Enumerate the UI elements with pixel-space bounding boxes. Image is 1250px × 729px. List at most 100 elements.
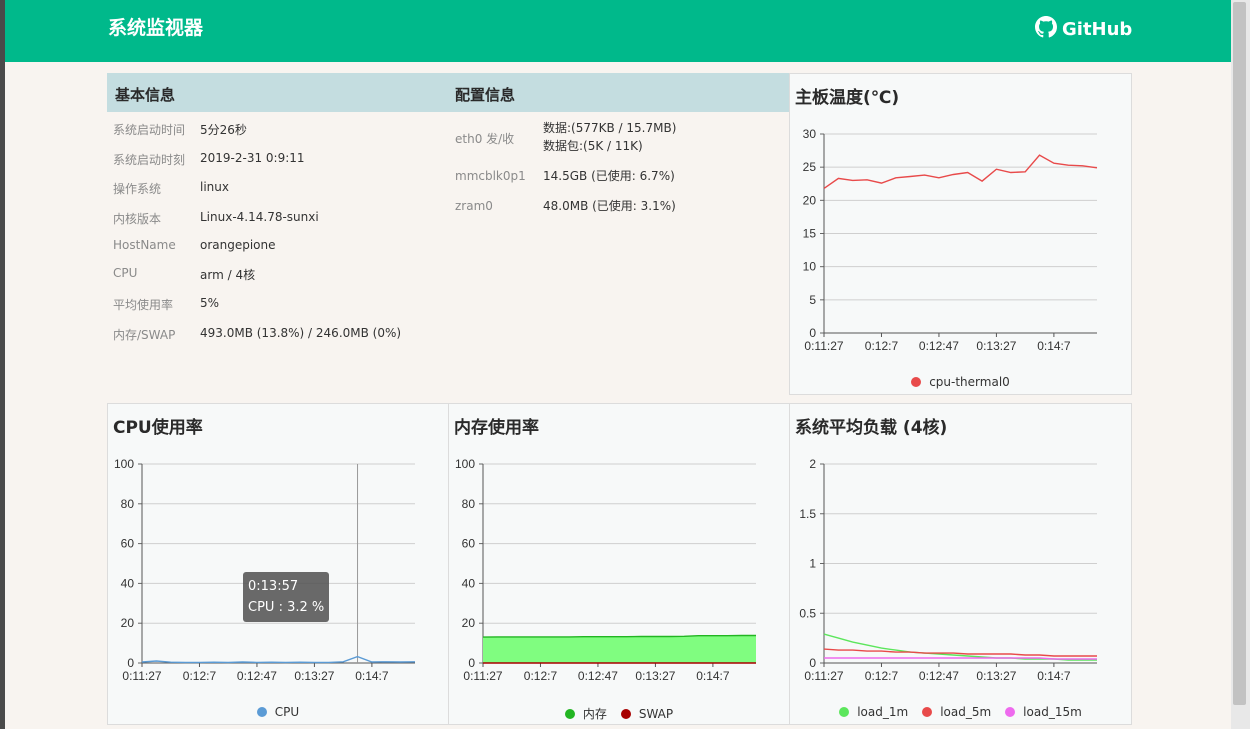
y-tick-label: 80 bbox=[462, 497, 476, 511]
x-tick-label: 0:12:47 bbox=[919, 669, 959, 683]
legend-dot bbox=[922, 707, 933, 717]
legend-label: SWAP bbox=[638, 706, 674, 721]
y-tick-label: 40 bbox=[462, 576, 476, 590]
legend-item-load-1m[interactable]: load_1m bbox=[839, 705, 908, 719]
legend-item-load-15m[interactable]: load_15m bbox=[1005, 705, 1082, 719]
x-tick-label: 0:14:7 bbox=[1037, 669, 1071, 683]
y-tick-label: 0 bbox=[809, 656, 816, 670]
config-label: eth0 发/收 bbox=[455, 132, 515, 146]
legend-item-memory[interactable]: 内存 bbox=[564, 705, 607, 722]
load-average-chart-card: 系统平均负载 (4核) 0 0.5 1 1.5 2 0:11:27 0:12:7 0:12:4… bbox=[789, 403, 1132, 725]
x-tick-label: 0:12:47 bbox=[578, 669, 618, 683]
legend-label: CPU bbox=[274, 705, 300, 719]
github-label: GitHub bbox=[1062, 19, 1133, 40]
info-label: 平均使用率 bbox=[113, 298, 174, 312]
cpu-chart: 0 20 40 60 80 100 0:11:27 0:12:7 0:12:47 0:13:27 0… bbox=[114, 457, 416, 683]
y-tick-label: 0 bbox=[809, 326, 816, 340]
y-tick-label: 0 bbox=[127, 656, 134, 670]
legend-item-cpu-thermal0[interactable]: cpu-thermal0 bbox=[911, 375, 1010, 389]
x-tick-label: 0:14:7 bbox=[1037, 339, 1071, 353]
x-tick-label: 0:14:7 bbox=[355, 669, 389, 683]
x-tick-label: 0:11:27 bbox=[804, 669, 843, 683]
info-value: orangepione bbox=[200, 238, 276, 252]
x-tick-label: 0:12:7 bbox=[865, 339, 899, 353]
series-line-cpu-thermal0 bbox=[823, 154, 1098, 189]
y-tick-label: 60 bbox=[121, 537, 135, 551]
legend-label: 内存 bbox=[582, 707, 607, 721]
x-tick-label: 0:13:27 bbox=[976, 669, 1016, 683]
legend-label: cpu-thermal0 bbox=[929, 375, 1010, 389]
y-tick-label: 1 bbox=[809, 557, 816, 571]
legend-item-cpu[interactable]: CPU bbox=[256, 705, 300, 719]
y-tick-label: 0 bbox=[468, 656, 475, 670]
chart-legend: CPU bbox=[108, 705, 448, 719]
x-tick-label: 0:12:7 bbox=[865, 669, 899, 683]
scrollbar-thumb[interactable] bbox=[1233, 2, 1246, 705]
legend-dot bbox=[256, 707, 267, 717]
y-tick-label: 100 bbox=[114, 457, 134, 471]
y-tick-label: 20 bbox=[121, 616, 135, 630]
temperature-chart: 0 5 10 15 20 25 30 0:11:27 0:12:7 0:12:47 0:13:27 0… bbox=[803, 127, 1098, 353]
top-bar: 系统监视器 GitHub bbox=[5, 0, 1231, 62]
y-tick-label: 20 bbox=[462, 616, 476, 630]
temperature-chart-card: 主板温度(℃) 0 5 10 15 20 25 30 0:11:27 0:12:7 0:12:47… bbox=[789, 73, 1132, 395]
info-label: CPU bbox=[113, 266, 138, 280]
chart-legend: cpu-thermal0 bbox=[790, 375, 1131, 389]
x-tick-label: 0:11:27 bbox=[463, 669, 502, 683]
config-value-line: 数据包:(5K / 11K) bbox=[543, 139, 643, 153]
x-tick-label: 0:12:47 bbox=[919, 339, 959, 353]
config-value-line: 数据:(577KB / 15.7MB) bbox=[543, 121, 677, 135]
config-value: 14.5GB (已使用: 6.7%) bbox=[543, 169, 675, 183]
y-tick-label: 60 bbox=[462, 537, 476, 551]
x-tick-label: 0:12:7 bbox=[183, 669, 217, 683]
tooltip-value: CPU : 3.2 % bbox=[248, 600, 325, 615]
series-area-内存 bbox=[483, 635, 756, 663]
page-frame: 系统监视器 GitHub 基本信息 配置信息 系统启动时间 5分26秒 系统启动… bbox=[5, 0, 1231, 729]
y-tick-label: 20 bbox=[803, 193, 817, 207]
legend-dot bbox=[1005, 707, 1016, 717]
y-tick-label: 5 bbox=[809, 293, 816, 307]
x-tick-label: 0:13:27 bbox=[976, 339, 1016, 353]
config-row-eth0: eth0 发/收 数据:(577KB / 15.7MB) 数据包:(5K / 1… bbox=[107, 121, 789, 161]
series-line-load_15m bbox=[824, 657, 1097, 660]
legend-label: load_15m bbox=[1023, 705, 1082, 719]
x-tick-label: 0:11:27 bbox=[122, 669, 161, 683]
x-tick-label: 0:13:27 bbox=[294, 669, 334, 683]
legend-item-load-5m[interactable]: load_5m bbox=[922, 705, 991, 719]
memory-chart-card: 内存使用率 0 20 40 60 80 100 0:11:27 0:12:7 0:12:47 0:… bbox=[448, 403, 790, 725]
y-tick-label: 100 bbox=[455, 457, 475, 471]
y-tick-label: 15 bbox=[803, 227, 817, 241]
x-tick-label: 0:12:47 bbox=[237, 669, 277, 683]
cpu-chart-card: CPU使用率 0 20 40 60 80 100 0:11:27 0:12:7 0:12:47 0… bbox=[107, 403, 449, 725]
legend-dot bbox=[911, 377, 922, 387]
config-label: mmcblk0p1 bbox=[455, 169, 526, 183]
basic-info-title: 基本信息 bbox=[115, 86, 176, 104]
y-tick-label: 80 bbox=[121, 497, 135, 511]
legend-item-swap[interactable]: SWAP bbox=[620, 705, 674, 722]
legend-label: load_1m bbox=[857, 705, 909, 719]
info-label: HostName bbox=[113, 238, 176, 252]
info-panel: 基本信息 配置信息 系统启动时间 5分26秒 系统启动时刻 2019-2-31 … bbox=[107, 73, 789, 393]
legend-label: load_5m bbox=[940, 705, 992, 719]
legend-dot bbox=[839, 707, 850, 717]
y-tick-label: 30 bbox=[803, 127, 817, 141]
y-tick-label: 0.5 bbox=[799, 606, 816, 620]
x-tick-label: 0:11:27 bbox=[804, 339, 843, 353]
tooltip-time: 0:13:57 bbox=[248, 579, 299, 594]
load-average-chart: 0 0.5 1 1.5 2 0:11:27 0:12:7 0:12:47 0:13:27 0:14… bbox=[799, 457, 1097, 683]
config-value: 48.0MB (已使用: 3.1%) bbox=[543, 199, 676, 213]
config-info-title: 配置信息 bbox=[455, 86, 516, 104]
series-line-CPU bbox=[141, 655, 416, 664]
config-row-zram: zram0 48.0MB (已使用: 3.1%) bbox=[107, 199, 789, 219]
info-header: 基本信息 配置信息 bbox=[107, 73, 789, 112]
github-link[interactable]: GitHub bbox=[1035, 16, 1132, 43]
info-value: 493.0MB (13.8%) / 246.0MB (0%) bbox=[200, 326, 402, 340]
app-title: 系统监视器 bbox=[108, 17, 204, 39]
y-tick-label: 1.5 bbox=[799, 507, 816, 521]
x-tick-label: 0:12:7 bbox=[524, 669, 558, 683]
info-value: arm / 4核 bbox=[200, 268, 256, 282]
chart-legend: load_1m load_5m load_15m bbox=[790, 705, 1131, 719]
legend-dot bbox=[564, 708, 575, 719]
chart-legend: 内存 SWAP bbox=[449, 705, 789, 722]
memory-chart: 0 20 40 60 80 100 0:11:27 0:12:7 0:12:47 0:13:27 0… bbox=[455, 457, 756, 683]
